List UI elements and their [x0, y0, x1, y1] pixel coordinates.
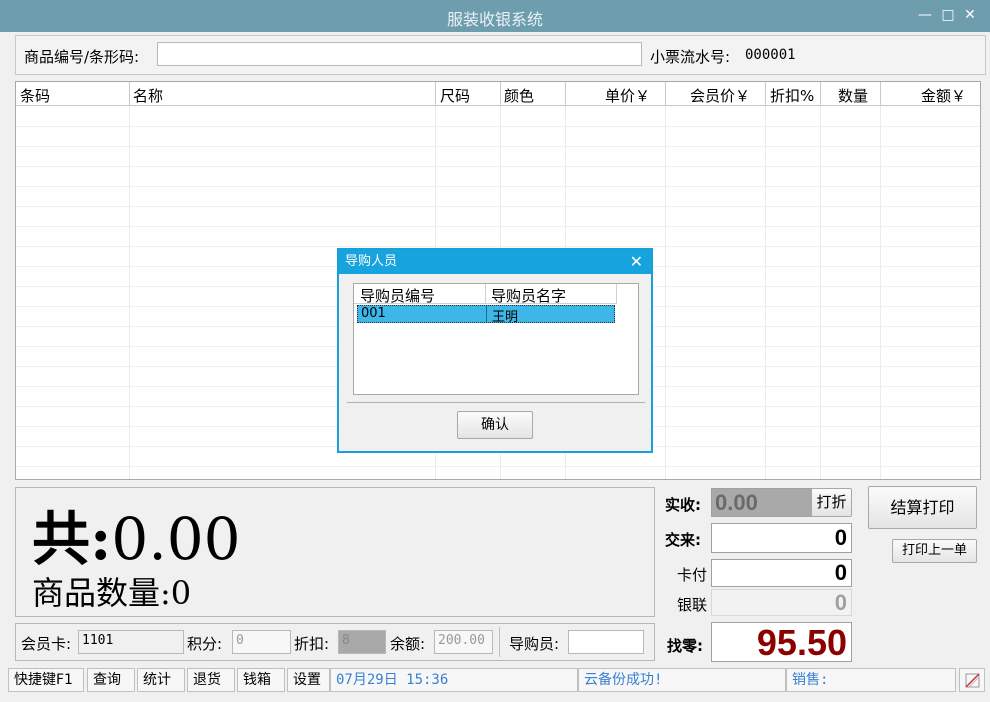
col-name[interactable]: 名称: [133, 85, 163, 106]
sales-status: 销售:: [786, 668, 956, 692]
status-bar: 快捷键F1 查询 统计 退货 钱箱 设置 07月29日 15:36 云备份成功!…: [8, 668, 986, 692]
dialog-close-icon[interactable]: ✕: [630, 250, 643, 274]
maximize-icon[interactable]: □: [938, 6, 958, 24]
unionpay-field: 0: [711, 589, 852, 616]
col-discount[interactable]: 折扣%: [770, 85, 814, 106]
returns-button[interactable]: 退货: [187, 668, 235, 692]
total-amount: 共:0.00: [32, 492, 241, 576]
card-pay-label: 卡付: [677, 566, 708, 584]
member-card-field[interactable]: 1101: [78, 630, 184, 654]
guide-list[interactable]: 导购员编号 导购员名字 001 王明: [353, 283, 639, 395]
receipt-no-label: 小票流水号:: [650, 48, 731, 66]
points-label: 积分:: [187, 635, 223, 653]
grid-header: 条码 名称 尺码 颜色 单价￥ 会员价￥ 折扣% 数量 金额￥: [16, 82, 980, 106]
guide-row-id: 001: [361, 306, 386, 321]
col-member-price[interactable]: 会员价￥: [690, 85, 750, 106]
barcode-label: 商品编号/条形码:: [24, 48, 140, 66]
window-title: 服装收银系统: [446, 10, 543, 29]
discount-button[interactable]: 打折: [811, 488, 852, 517]
total-panel: 共:0.00 商品数量:0: [15, 487, 655, 617]
paid-label: 交来:: [665, 531, 701, 549]
settings-button[interactable]: 设置: [287, 668, 330, 692]
discount-label: 折扣:: [294, 635, 330, 653]
dialog-title-bar: 导购人员 ✕: [339, 250, 651, 274]
sales-guide-dialog: 导购人员 ✕ 导购员编号 导购员名字 001 王明 确认: [338, 249, 652, 452]
guide-field[interactable]: [568, 630, 644, 654]
query-button[interactable]: 查询: [87, 668, 135, 692]
shortcuts-button[interactable]: 快捷键F1: [8, 668, 84, 692]
dialog-confirm-button[interactable]: 确认: [457, 411, 533, 439]
col-size[interactable]: 尺码: [440, 85, 470, 106]
total-prefix: 共:: [32, 505, 112, 573]
change-field: 95.50: [711, 622, 852, 663]
barcode-bar: 商品编号/条形码: 小票流水号: 000001: [15, 35, 986, 75]
total-value: 0.00: [111, 505, 241, 573]
checkout-print-button[interactable]: 结算打印: [868, 486, 977, 529]
guide-list-header: 导购员编号 导购员名字: [354, 284, 617, 306]
guide-row-name: 王明: [492, 310, 519, 325]
paid-field[interactable]: 0: [711, 523, 852, 553]
col-unit-price[interactable]: 单价￥: [605, 85, 650, 106]
card-pay-field[interactable]: 0: [711, 559, 852, 587]
datetime-display: 07月29日 15:36: [330, 668, 578, 692]
guide-row[interactable]: 001 王明: [357, 305, 615, 325]
col-amount[interactable]: 金额￥: [921, 85, 966, 106]
guide-label: 导购员:: [509, 635, 560, 653]
cashbox-button[interactable]: 钱箱: [237, 668, 285, 692]
resize-grip-icon[interactable]: [959, 668, 985, 692]
stats-button[interactable]: 统计: [137, 668, 185, 692]
member-bar: 会员卡: 1101 积分: 0 折扣: 8 余额: 200.00 导购员:: [15, 623, 655, 661]
change-label: 找零:: [667, 637, 703, 655]
minimize-icon[interactable]: —: [915, 6, 935, 24]
backup-status: 云备份成功!: [578, 668, 786, 692]
title-bar: 服装收银系统 — □ ✕: [0, 0, 990, 32]
col-barcode[interactable]: 条码: [20, 85, 50, 106]
balance-label: 余额:: [390, 635, 426, 653]
col-color[interactable]: 颜色: [504, 85, 534, 106]
dialog-title: 导购人员: [345, 254, 398, 269]
col-quantity[interactable]: 数量: [838, 85, 868, 106]
item-count: 商品数量:0: [32, 568, 191, 614]
received-field: 0.00: [711, 488, 812, 517]
received-label: 实收:: [665, 496, 701, 514]
qty-value: 0: [170, 574, 192, 612]
member-card-label: 会员卡:: [21, 635, 72, 653]
qty-label: 商品数量:: [32, 574, 171, 612]
receipt-no-value: 000001: [745, 47, 796, 63]
col-guide-name[interactable]: 导购员名字: [491, 285, 566, 306]
barcode-input[interactable]: [157, 42, 642, 66]
col-guide-id[interactable]: 导购员编号: [360, 285, 435, 306]
points-field: 0: [232, 630, 291, 654]
reprint-last-button[interactable]: 打印上一单: [892, 539, 977, 563]
close-icon[interactable]: ✕: [960, 6, 980, 24]
balance-field: 200.00: [434, 630, 493, 654]
unionpay-label: 银联: [677, 596, 708, 614]
member-discount-field: 8: [338, 630, 386, 654]
